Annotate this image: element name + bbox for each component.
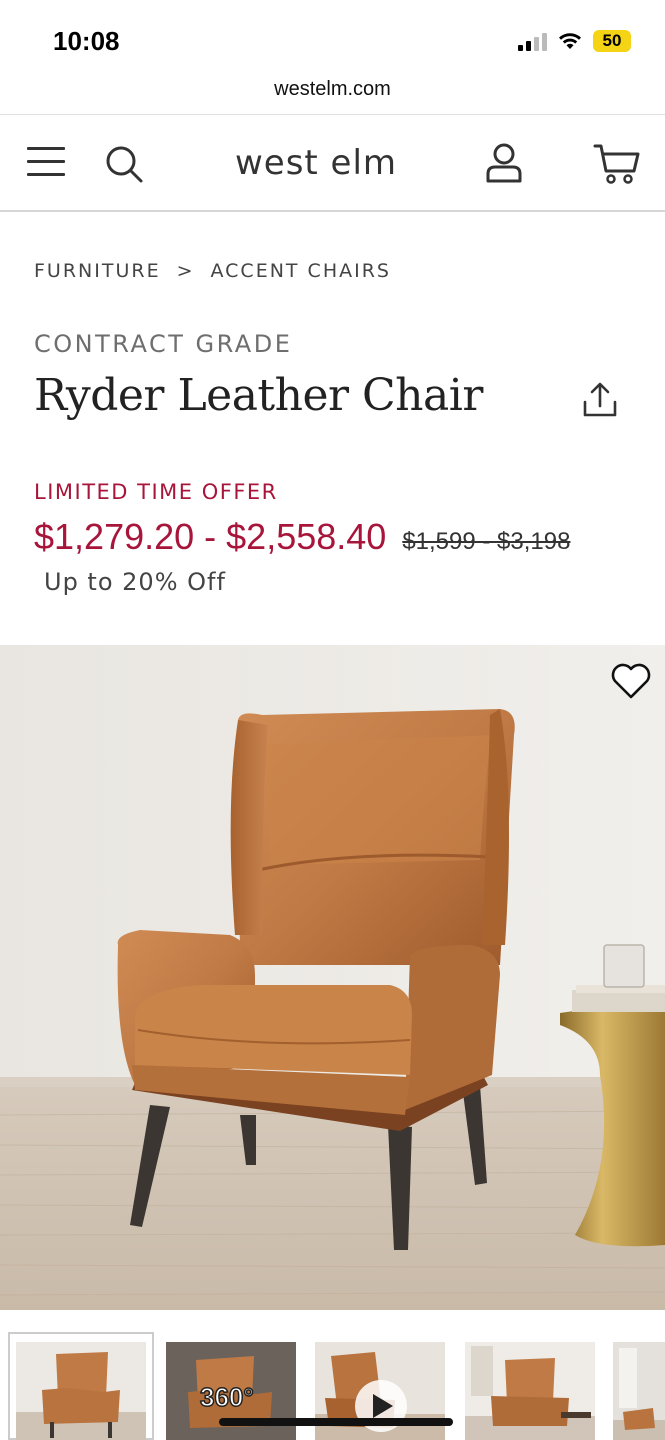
share-icon[interactable] [580, 381, 620, 421]
home-indicator[interactable] [219, 1418, 453, 1426]
cart-icon[interactable] [592, 141, 642, 187]
battery-indicator: 50 [593, 30, 631, 52]
breadcrumb-separator: > [176, 260, 195, 282]
browser-url[interactable]: westelm.com [0, 78, 665, 101]
status-bar: 10:08 50 [0, 0, 665, 80]
thumbnail-item[interactable] [16, 1342, 146, 1440]
signal-icon [518, 31, 547, 51]
breadcrumb: FURNITURE > ACCENT CHAIRS [34, 260, 391, 282]
thumbnail-item[interactable] [613, 1342, 665, 1440]
status-icons: 50 [518, 30, 631, 52]
product-image[interactable] [0, 645, 665, 1310]
chair-thumb-image [465, 1342, 595, 1440]
price-row: $1,279.20 - $2,558.40 $1,599 - $3,198 [34, 516, 570, 558]
chair-thumb-image [16, 1342, 146, 1440]
brand-logo[interactable]: west elm [0, 143, 632, 183]
site-header: west elm [0, 114, 665, 212]
account-icon[interactable] [483, 141, 525, 185]
heart-icon[interactable] [609, 661, 653, 701]
thumbnail-item[interactable] [465, 1342, 595, 1440]
chair-thumb-image [613, 1342, 665, 1440]
360-view-badge: 360° [199, 1381, 254, 1413]
wifi-icon [559, 33, 581, 49]
product-grade: CONTRACT GRADE [34, 330, 293, 358]
leather-chair-illustration [0, 645, 665, 1310]
limited-offer-label: LIMITED TIME OFFER [34, 480, 278, 504]
sale-price: $1,279.20 - $2,558.40 [34, 516, 387, 557]
product-title: Ryder Leather Chair [34, 370, 483, 421]
discount-text: Up to 20% Off [44, 568, 226, 596]
breadcrumb-accent-chairs[interactable]: ACCENT CHAIRS [211, 260, 391, 282]
status-time: 10:08 [53, 26, 120, 56]
breadcrumb-furniture[interactable]: FURNITURE [34, 260, 161, 282]
original-price: $1,599 - $3,198 [402, 528, 571, 555]
